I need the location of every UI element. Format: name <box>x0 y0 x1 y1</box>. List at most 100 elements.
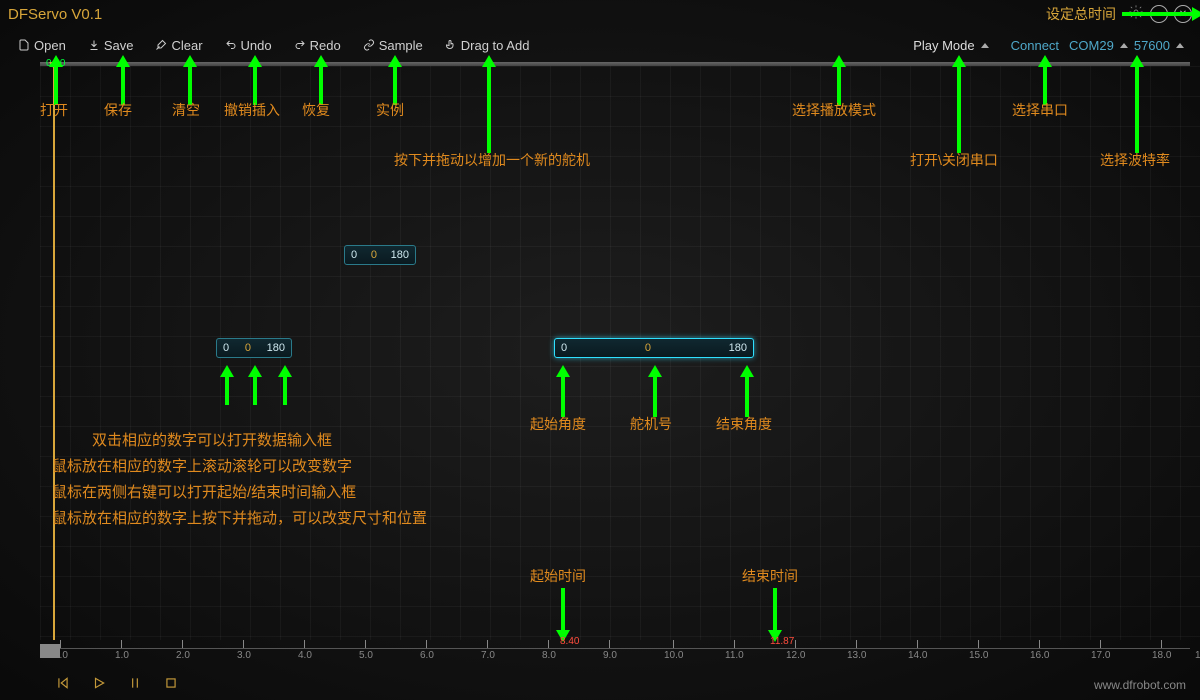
servo-end-angle[interactable]: 180 <box>385 249 415 261</box>
tick-label: 14.0 <box>908 650 927 661</box>
pause-button[interactable] <box>128 676 142 690</box>
play-mode-select[interactable]: Play Mode <box>913 38 988 53</box>
caption-connect: 打开\关闭串口 <box>910 150 998 170</box>
tick-label: 5.0 <box>359 650 373 661</box>
servo-start-angle[interactable]: 0 <box>345 249 363 261</box>
arrow-open <box>49 55 63 105</box>
arrow-servo-id <box>648 365 662 417</box>
servo-block-selected[interactable]: 0 0 180 <box>554 338 754 358</box>
playhead-line[interactable] <box>53 66 55 640</box>
caption-redo: 恢复 <box>302 100 330 120</box>
undo-icon <box>225 39 237 51</box>
sample-button[interactable]: Sample <box>355 36 431 55</box>
undo-button[interactable]: Undo <box>217 36 280 55</box>
timeline-origin-box[interactable] <box>40 644 60 658</box>
arrow-start-angle <box>556 365 570 417</box>
tick-label: 1.0 <box>115 650 129 661</box>
arrow-clear <box>183 55 197 105</box>
servo-start-angle[interactable]: 0 <box>217 342 235 354</box>
tick-label: 3.0 <box>237 650 251 661</box>
servo-block[interactable]: 0 0 180 <box>344 245 416 265</box>
caption-sample: 实例 <box>376 100 404 120</box>
arrow-mini <box>278 365 292 405</box>
download-icon <box>88 39 100 51</box>
tick-label: 2.0 <box>176 650 190 661</box>
caption-drag: 按下并拖动以增加一个新的舵机 <box>394 150 590 170</box>
tick-label: 6.0 <box>420 650 434 661</box>
servo-end-angle[interactable]: 180 <box>723 342 753 354</box>
arrow-end-time <box>768 588 782 642</box>
tick-label: 12.0 <box>786 650 805 661</box>
arrow-port <box>1038 55 1052 105</box>
arrow-undo <box>248 55 262 105</box>
tick-label: 17.0 <box>1091 650 1110 661</box>
footer-link[interactable]: www.dfrobot.com <box>1094 678 1186 692</box>
caption-baud: 选择波特率 <box>1100 150 1170 170</box>
tick-label: 13.0 <box>847 650 866 661</box>
redo-icon <box>294 39 306 51</box>
tick-label: 7.0 <box>481 650 495 661</box>
tick-label: 16.0 <box>1030 650 1049 661</box>
help-line: 鼠标放在相应的数字上滚动滚轮可以改变数字 <box>52 454 427 480</box>
arrow-mini <box>220 365 234 405</box>
caret-up-icon <box>1176 43 1184 48</box>
link-icon <box>363 39 375 51</box>
servo-block[interactable]: 0 0 180 <box>216 338 292 358</box>
drag-to-add-button[interactable]: Drag to Add <box>437 36 538 55</box>
caption-undo: 撤销插入 <box>224 100 280 120</box>
baud-rate-select[interactable]: 57600 <box>1134 38 1184 53</box>
brush-icon <box>155 39 167 51</box>
tick-label: 15.0 <box>969 650 988 661</box>
open-button[interactable]: Open <box>10 36 74 55</box>
caption-playmode: 选择播放模式 <box>792 100 876 120</box>
servo-end-angle[interactable]: 180 <box>261 342 291 354</box>
top-ruler[interactable] <box>40 62 1190 66</box>
help-line: 鼠标在两侧右键可以打开起始/结束时间输入框 <box>52 480 427 506</box>
arrow-connect <box>952 55 966 153</box>
servo-id[interactable]: 0 <box>363 249 385 261</box>
tick-label: 10.0 <box>664 650 683 661</box>
stop-button[interactable] <box>164 676 178 690</box>
time-marker-b[interactable]: 11.87 <box>770 636 794 647</box>
arrow-redo <box>314 55 328 105</box>
caption-start-angle: 起始角度 <box>530 414 586 434</box>
arrow-baud <box>1130 55 1144 153</box>
connect-button[interactable]: Connect <box>1011 38 1059 53</box>
clear-label: Clear <box>171 38 202 53</box>
file-icon <box>18 39 30 51</box>
sample-label: Sample <box>379 38 423 53</box>
caption-clear: 清空 <box>172 100 200 120</box>
timeline[interactable]: 0.0 1.0 2.0 3.0 4.0 5.0 6.0 7.0 8.0 9.0 … <box>40 640 1190 660</box>
arrow-drag <box>482 55 496 153</box>
clear-button[interactable]: Clear <box>147 36 210 55</box>
save-button[interactable]: Save <box>80 36 142 55</box>
hand-icon <box>445 39 457 51</box>
tick-label: 9.0 <box>603 650 617 661</box>
servo-id[interactable]: 0 <box>235 342 261 354</box>
servo-id[interactable]: 0 <box>573 342 723 354</box>
play-button[interactable] <box>92 676 106 690</box>
toolbar: Open Save Clear Undo Redo Sample Drag <box>0 30 1200 60</box>
tick-label: 18.0 <box>1152 650 1171 661</box>
skip-back-button[interactable] <box>56 676 70 690</box>
redo-button[interactable]: Redo <box>286 36 349 55</box>
arrow-save <box>116 55 130 105</box>
tick-label: 4.0 <box>298 650 312 661</box>
com-port-select[interactable]: COM29 <box>1069 38 1128 53</box>
arrow-start-time <box>556 588 570 642</box>
undo-label: Undo <box>241 38 272 53</box>
redo-label: Redo <box>310 38 341 53</box>
arrow-playmode <box>832 55 846 105</box>
transport-controls <box>56 676 178 690</box>
com-port-value: COM29 <box>1069 38 1114 53</box>
time-marker-a[interactable]: 8.40 <box>560 636 579 647</box>
caption-save: 保存 <box>104 100 132 120</box>
help-line: 双击相应的数字可以打开数据输入框 <box>52 428 427 454</box>
caption-open: 打开 <box>40 100 68 120</box>
drag-label: Drag to Add <box>461 38 530 53</box>
servo-start-angle[interactable]: 0 <box>555 342 573 354</box>
caption-end-time: 结束时间 <box>742 566 798 586</box>
caption-start-time: 起始时间 <box>530 566 586 586</box>
baud-rate-value: 57600 <box>1134 38 1170 53</box>
tick-label: 11.0 <box>725 650 744 661</box>
